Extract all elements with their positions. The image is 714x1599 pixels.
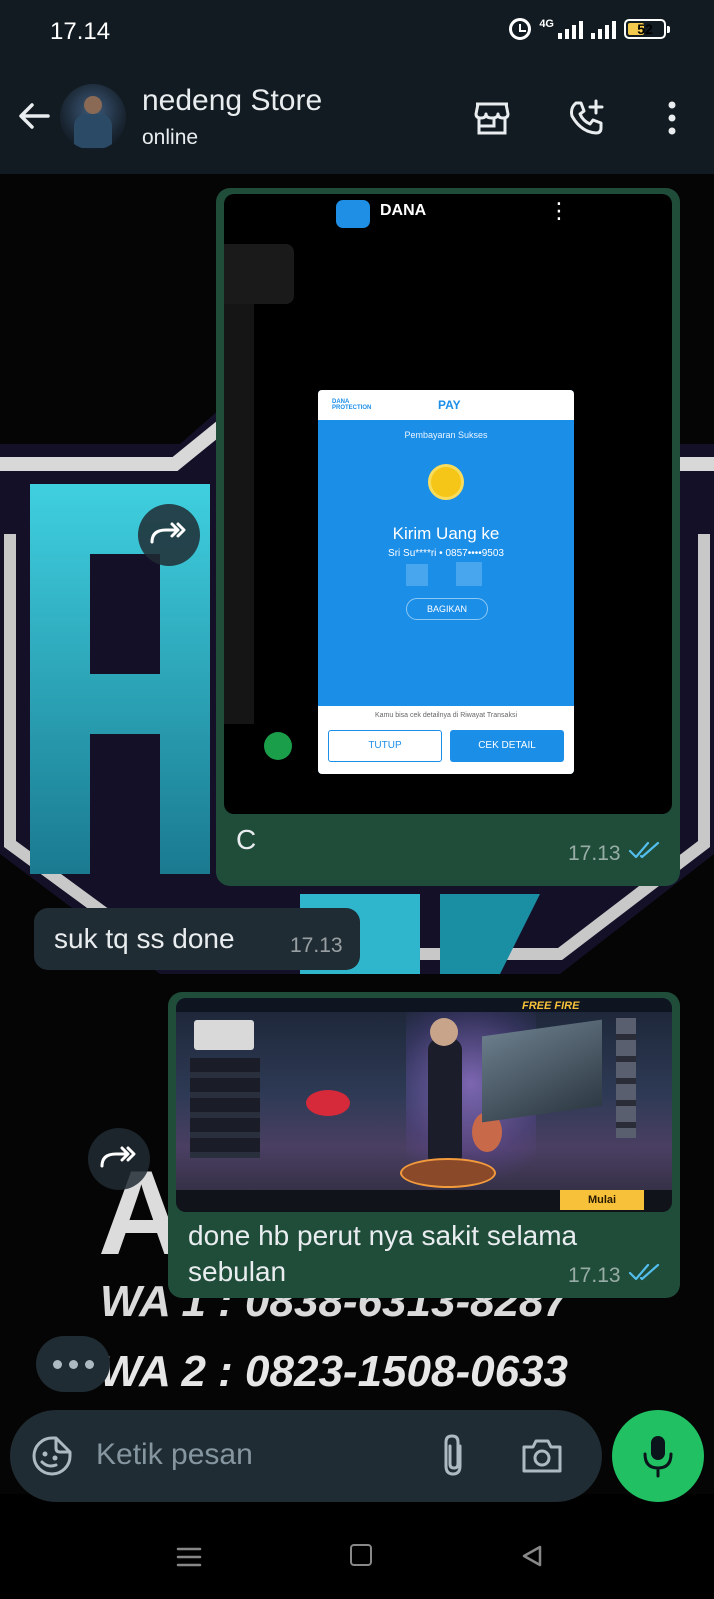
- dana-logo-icon: [336, 200, 370, 228]
- message-image[interactable]: FREE FIRE Mulai: [176, 998, 672, 1212]
- more-options-icon[interactable]: [652, 98, 692, 138]
- status-icons: 4G 52: [509, 18, 670, 40]
- sticker-icon[interactable]: [30, 1434, 74, 1478]
- game-logo: FREE FIRE: [522, 1000, 580, 1012]
- forward-icon[interactable]: [138, 504, 200, 566]
- store-icon[interactable]: [472, 98, 512, 138]
- status-time: 17.14: [50, 18, 111, 45]
- alarm-icon: [509, 18, 532, 40]
- add-call-icon[interactable]: [566, 98, 606, 138]
- avatar[interactable]: [60, 84, 126, 150]
- message-caption: done hb perut nya sakit selama sebulan: [188, 1220, 578, 1287]
- contact-name[interactable]: nedeng Store: [142, 84, 322, 118]
- message-time: 17.13: [568, 1264, 621, 1287]
- message-input[interactable]: Ketik pesan: [96, 1438, 253, 1472]
- contact-status: online: [142, 126, 199, 149]
- signal-icon-2: [591, 19, 616, 39]
- dana-pay-label: PAY: [438, 398, 461, 412]
- read-ticks-icon: [628, 841, 660, 859]
- system-nav-bar: [0, 1516, 714, 1599]
- chat-header: nedeng Store online: [0, 62, 714, 174]
- message-image[interactable]: DANA ⋮ DANA PROTECTION PAY Pembayaran Su…: [224, 194, 672, 814]
- typing-indicator: [36, 1336, 110, 1392]
- payment-card: DANA PROTECTION PAY Pembayaran Sukses Ki…: [318, 390, 574, 774]
- attach-icon[interactable]: [436, 1432, 472, 1480]
- chat-area[interactable]: AI WA 1 : 0838-6313-8287 WA 2 : 0823-150…: [0, 174, 714, 1494]
- forward-icon[interactable]: [88, 1128, 150, 1190]
- battery-icon: 52: [624, 19, 670, 39]
- wallpaper-wa-line: WA 2 : 0823-1508-0633: [100, 1347, 568, 1396]
- network-type: 4G: [539, 18, 554, 30]
- home-icon[interactable]: [350, 1544, 372, 1566]
- message-image-outgoing[interactable]: DANA ⋮ DANA PROTECTION PAY Pembayaran Su…: [216, 188, 680, 886]
- message-time: 17.13: [568, 842, 621, 865]
- payment-title: Kirim Uang ke: [392, 524, 500, 543]
- message-image-outgoing[interactable]: FREE FIRE Mulai done hb perut nya sakit …: [168, 992, 680, 1298]
- close-button: TUTUP: [328, 730, 442, 762]
- battery-level: 52: [637, 21, 653, 37]
- back-arrow-icon[interactable]: [14, 96, 54, 136]
- message-time: 17.13: [290, 934, 343, 957]
- recent-apps-icon[interactable]: [176, 1546, 202, 1568]
- share-button: BAGIKAN: [406, 598, 488, 620]
- detail-button: CEK DETAIL: [450, 730, 564, 762]
- coin-icon: [428, 464, 464, 500]
- message-input-bar[interactable]: Ketik pesan: [10, 1410, 602, 1502]
- message-text: suk tq ss done: [54, 923, 235, 954]
- game-start-button: Mulai: [560, 1190, 644, 1210]
- message-text-incoming[interactable]: suk tq ss done 17.13: [34, 908, 360, 970]
- microphone-icon: [643, 1436, 673, 1478]
- payment-footer-note: Kamu bisa cek detailnya di Riwayat Trans…: [374, 712, 517, 719]
- status-bar: 17.14 4G 52: [0, 0, 714, 62]
- message-caption: C: [236, 824, 257, 855]
- payment-heading: Pembayaran Sukses: [404, 430, 488, 440]
- nav-back-icon[interactable]: [520, 1544, 544, 1568]
- camera-icon[interactable]: [520, 1434, 564, 1478]
- voice-record-button[interactable]: [612, 1410, 704, 1502]
- dana-app-name: DANA: [380, 202, 427, 219]
- payment-recipient: Sri Su****ri • 0857••••9503: [388, 548, 504, 559]
- dana-protection-label: DANA PROTECTION: [332, 399, 372, 411]
- read-ticks-icon: [628, 1263, 660, 1281]
- signal-icon: [558, 19, 583, 39]
- screenshot-menu-icon: ⋮: [548, 198, 570, 223]
